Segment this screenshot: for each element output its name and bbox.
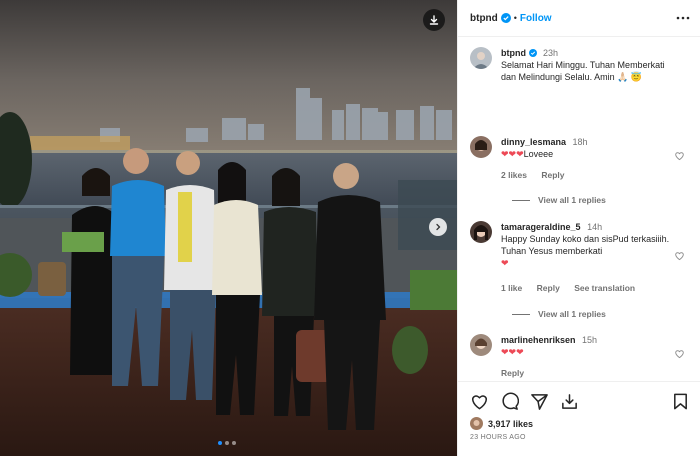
heart-emojis: ❤❤❤	[501, 347, 524, 357]
heart-emojis: ❤❤❤	[501, 149, 524, 159]
reply-button[interactable]: Reply	[541, 170, 564, 180]
comment-username[interactable]: tamarageraldine_5	[501, 222, 581, 232]
likes-count[interactable]: 3,917 likes	[470, 417, 533, 430]
comment-username[interactable]: marlinehenriksen	[501, 335, 576, 345]
comment-likes[interactable]: 2 likes	[501, 170, 527, 180]
view-replies[interactable]: View all 1 replies	[512, 195, 606, 205]
save-icon[interactable]	[671, 392, 690, 411]
caption-time: 23h	[543, 48, 559, 58]
likes-label: 3,917 likes	[488, 418, 534, 429]
heart-icon[interactable]	[674, 250, 685, 261]
instagram-post: btpnd • Follow btpnd 23h Selamat Hari Mi…	[0, 0, 700, 456]
comment-likes[interactable]: 1 like	[501, 283, 522, 293]
avatar[interactable]	[470, 47, 492, 69]
heart-icon[interactable]	[674, 348, 685, 359]
chevron-right-icon	[436, 223, 441, 231]
slide-dot	[218, 441, 222, 445]
slide-dot	[225, 441, 229, 445]
comment-time: 14h	[587, 222, 603, 232]
reply-button[interactable]: Reply	[537, 283, 560, 293]
comments-list[interactable]: btpnd 23h Selamat Hari Minggu. Tuhan Mem…	[458, 38, 700, 381]
download-icon	[429, 15, 439, 25]
comment-meta: 1 like Reply See translation	[501, 283, 647, 293]
caption-username[interactable]: btpnd	[501, 48, 526, 58]
comment-body: marlinehenriksen 15h ❤❤❤	[501, 334, 671, 358]
comment-body: dinny_lesmana 18h ❤❤❤Loveee	[501, 136, 671, 160]
post-actions: 3,917 likes 23 HOURS AGO	[458, 381, 700, 456]
comment-text: Loveee	[523, 149, 554, 159]
caption-text: Selamat Hari Minggu. Tuhan Memberkati da…	[501, 60, 665, 82]
slide-indicator	[218, 441, 236, 445]
heart-emojis: ❤	[501, 258, 509, 268]
caption-body: btpnd 23h Selamat Hari Minggu. Tuhan Mem…	[501, 47, 671, 83]
avatar[interactable]	[470, 221, 492, 243]
comment-username[interactable]: dinny_lesmana	[501, 137, 566, 147]
view-replies-label: View all 1 replies	[538, 309, 606, 319]
post-side-panel: btpnd • Follow btpnd 23h Selamat Hari Mi…	[457, 0, 700, 456]
view-replies[interactable]: View all 1 replies	[512, 309, 606, 319]
comment-meta: Reply	[501, 368, 536, 378]
avatar[interactable]	[470, 334, 492, 356]
follow-button[interactable]: Follow	[520, 13, 552, 24]
separator-dot: •	[513, 13, 517, 23]
comment-time: 18h	[572, 137, 588, 147]
post-header: btpnd • Follow	[458, 0, 700, 37]
reply-button[interactable]: Reply	[501, 368, 524, 378]
header-username[interactable]: btpnd	[470, 13, 498, 24]
slide-dot	[232, 441, 236, 445]
comment-body: tamarageraldine_5 14h Happy Sunday koko …	[501, 221, 671, 269]
post-photo[interactable]	[0, 0, 457, 456]
heart-icon[interactable]	[470, 392, 489, 411]
view-replies-label: View all 1 replies	[538, 195, 606, 205]
liker-avatar	[470, 417, 483, 430]
post-time-ago: 23 HOURS AGO	[470, 434, 526, 441]
repost-icon[interactable]	[560, 392, 579, 411]
see-translation-button[interactable]: See translation	[574, 283, 635, 293]
verified-badge-icon	[528, 49, 537, 57]
comment-text: Happy Sunday koko dan sisPud terkasiiih.…	[501, 234, 670, 256]
share-icon[interactable]	[530, 392, 549, 411]
group-photo-image	[0, 0, 457, 456]
avatar[interactable]	[470, 136, 492, 158]
comment-time: 15h	[582, 335, 598, 345]
heart-icon[interactable]	[674, 150, 685, 161]
comment-meta: 2 likes Reply	[501, 170, 577, 180]
download-button[interactable]	[423, 9, 445, 31]
more-options-icon[interactable]	[676, 12, 690, 24]
next-slide-button[interactable]	[429, 218, 447, 236]
verified-badge-icon	[500, 13, 511, 23]
comment-icon[interactable]	[500, 392, 519, 411]
